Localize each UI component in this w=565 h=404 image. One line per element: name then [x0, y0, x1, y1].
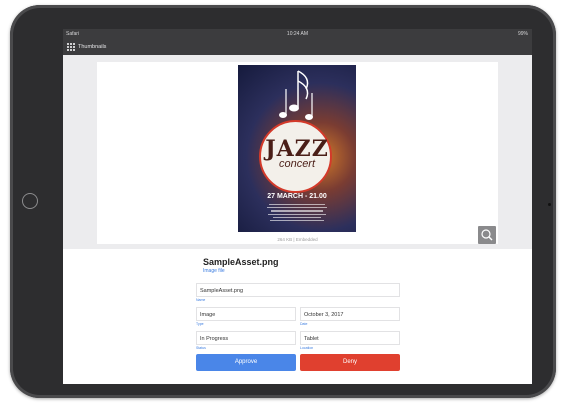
- approve-button[interactable]: Approve: [196, 354, 296, 371]
- asset-image: JAZZ concert 27 MARCH - 21.00: [238, 65, 356, 232]
- name-field[interactable]: SampleAsset.png: [196, 283, 400, 297]
- poster-fine-print: [266, 204, 328, 223]
- magnifier-icon: [481, 229, 493, 241]
- toolbar: Thumbnails: [63, 39, 532, 55]
- battery-level: 99%: [517, 31, 528, 37]
- status-field[interactable]: In Progress: [196, 331, 296, 345]
- asset-caption: 264 KB | Embedded: [277, 237, 318, 242]
- home-button[interactable]: [22, 193, 38, 209]
- zoom-button[interactable]: [478, 226, 496, 244]
- poster-subtitle: concert: [278, 158, 316, 170]
- deny-button[interactable]: Deny: [300, 354, 400, 371]
- screen: Safari 10:24 AM 99% Thumbnails JAZZ conc…: [63, 29, 532, 384]
- type-field-label: Type: [196, 322, 204, 326]
- type-field[interactable]: Image: [196, 307, 296, 321]
- status-time: 10:24 AM: [286, 31, 309, 37]
- date-field-label: Date: [300, 322, 308, 326]
- location-field-label: Location: [300, 346, 314, 350]
- thumbnails-button[interactable]: Thumbnails: [78, 44, 106, 50]
- file-type-label: Image file: [203, 268, 225, 274]
- file-name-heading: SampleAsset.png: [203, 257, 279, 267]
- asset-preview: JAZZ concert 27 MARCH - 21.00 264 KB | E…: [97, 62, 498, 244]
- music-note-icon: [279, 70, 313, 120]
- camera-icon: [548, 203, 551, 206]
- status-bar: Safari 10:24 AM 99%: [63, 29, 532, 39]
- tablet-device: Safari 10:24 AM 99% Thumbnails JAZZ conc…: [10, 5, 556, 398]
- status-field-label: Status: [196, 346, 206, 350]
- name-field-label: Name: [196, 298, 206, 302]
- date-field[interactable]: October 3, 2017: [300, 307, 400, 321]
- asset-details: SampleAsset.png Image file SampleAsset.p…: [63, 249, 532, 384]
- poster-date: 27 MARCH - 21.00: [267, 193, 327, 200]
- location-field[interactable]: Tablet: [300, 331, 400, 345]
- grid-icon[interactable]: [67, 43, 75, 51]
